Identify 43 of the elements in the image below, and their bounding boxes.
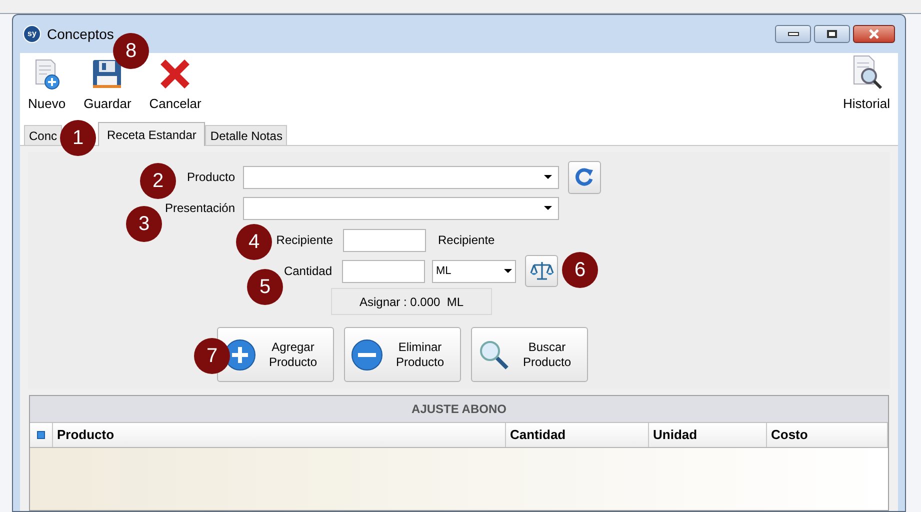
grid-title: AJUSTE ABONO xyxy=(30,396,888,423)
recipient-input[interactable] xyxy=(343,228,426,252)
action-button[interactable]: Agregar Producto xyxy=(217,327,334,382)
close-button[interactable] xyxy=(853,25,895,43)
quantity-input[interactable] xyxy=(342,260,425,282)
close-icon xyxy=(868,29,880,39)
tab[interactable]: Detalle Notas xyxy=(205,125,288,145)
window-title: Conceptos xyxy=(47,24,114,44)
search-icon xyxy=(478,338,510,370)
refresh-button[interactable] xyxy=(568,160,601,194)
assigned-amount: Asignar : 0.000 ML xyxy=(331,288,492,315)
toolbar-button[interactable]: Cancelar xyxy=(149,58,202,113)
minimize-button[interactable] xyxy=(775,25,811,43)
maximize-icon xyxy=(827,30,837,38)
toolbar-button[interactable]: Nuevo xyxy=(28,58,66,113)
tab[interactable]: Receta Estandar xyxy=(98,122,206,146)
app-logo-icon: sy xyxy=(23,25,41,43)
select-all-checkbox[interactable] xyxy=(37,431,45,439)
column-header[interactable]: Producto xyxy=(53,423,506,447)
unit-dropdown[interactable]: ML xyxy=(432,260,516,282)
field-label: Producto xyxy=(186,169,235,186)
minimize-icon xyxy=(788,32,798,36)
scale-icon xyxy=(530,260,554,282)
column-header[interactable]: Costo xyxy=(767,423,888,447)
action-button[interactable]: Eliminar Producto xyxy=(344,327,461,382)
new-document-icon xyxy=(32,58,61,90)
column-header[interactable]: Cantidad xyxy=(506,423,649,447)
tab[interactable]: Conc xyxy=(24,125,62,145)
field-label: Cantidad xyxy=(284,263,332,280)
field-label: Recipiente xyxy=(276,232,333,249)
unit-label: Recipiente xyxy=(438,232,495,249)
column-header[interactable]: Unidad xyxy=(649,423,767,447)
minus-icon xyxy=(351,338,383,370)
action-button[interactable]: Buscar Producto xyxy=(471,327,588,382)
cross-icon xyxy=(159,58,192,90)
dropdown-arrow-icon xyxy=(544,175,552,179)
refresh-icon xyxy=(574,167,594,187)
dropdown-arrow-icon xyxy=(504,269,512,273)
field-label: Presentación xyxy=(164,200,235,217)
maximize-button[interactable] xyxy=(814,25,850,43)
scale-button[interactable] xyxy=(525,255,558,287)
dropdown-arrow-icon xyxy=(544,206,552,210)
toolbar-button[interactable]: Historial xyxy=(843,54,890,113)
